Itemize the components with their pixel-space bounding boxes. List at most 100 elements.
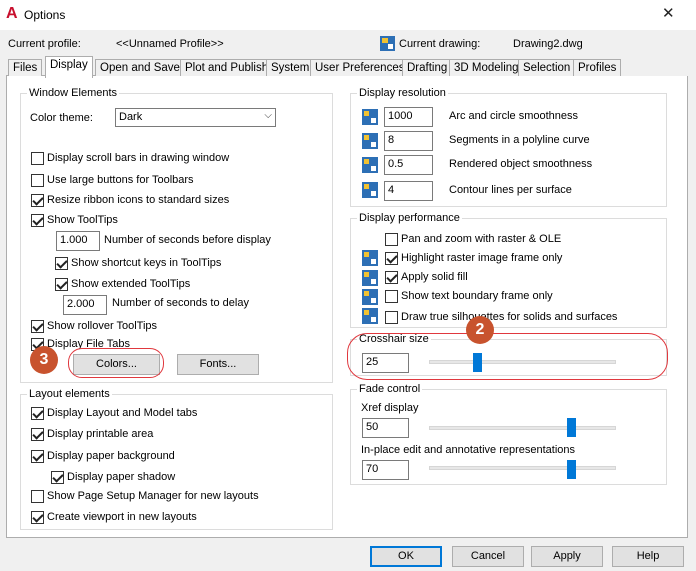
checkbox-create-viewport[interactable] [31, 511, 44, 524]
display-setting-icon [362, 157, 378, 173]
checkbox-scroll-bars[interactable] [31, 152, 44, 165]
ok-button[interactable]: OK [370, 546, 442, 567]
color-theme-value: Dark [119, 111, 143, 123]
checkbox-text-boundary-label: Show text boundary frame only [401, 290, 553, 302]
extended-delay-input[interactable]: 2.000 [63, 295, 107, 315]
checkbox-page-setup-manager-label: Show Page Setup Manager for new layouts [47, 490, 259, 502]
tab-profiles[interactable]: Profiles [573, 59, 622, 77]
xref-display-input[interactable]: 50 [362, 418, 409, 438]
checkbox-rollover-tooltips[interactable] [31, 320, 44, 333]
tab-user-preferences[interactable]: User Preferences [310, 59, 410, 77]
display-setting-icon [362, 308, 378, 324]
xref-display-slider[interactable] [567, 418, 576, 437]
tooltip-delay-label: Number of seconds before display [104, 234, 271, 246]
display-setting-icon [362, 250, 378, 266]
checkbox-resize-ribbon-icons[interactable] [31, 194, 44, 207]
tab-drafting[interactable]: Drafting [402, 59, 453, 77]
extended-delay-label: Number of seconds to delay [112, 297, 249, 309]
rendered-smoothness-label: Rendered object smoothness [449, 158, 593, 170]
help-button[interactable]: Help [612, 546, 684, 567]
drawing-file-icon [380, 36, 395, 51]
tab-files[interactable]: Files [8, 59, 43, 77]
current-profile-value: <<Unnamed Profile>> [116, 38, 224, 50]
display-setting-icon [362, 133, 378, 149]
colors-highlight-ring [68, 348, 164, 378]
current-drawing-value: Drawing2.dwg [513, 38, 583, 50]
checkbox-highlight-raster-label: Highlight raster image frame only [401, 252, 563, 264]
checkbox-resize-ribbon-icons-label: Resize ribbon icons to standard sizes [47, 194, 230, 206]
apply-button[interactable]: Apply [531, 546, 603, 567]
window-elements-legend: Window Elements [29, 87, 118, 99]
display-setting-icon [362, 109, 378, 125]
checkbox-scroll-bars-label: Display scroll bars in drawing window [47, 152, 230, 164]
display-setting-icon [362, 289, 378, 305]
inplace-edit-track [429, 466, 616, 470]
checkbox-layout-model-tabs[interactable] [31, 407, 44, 420]
contour-lines-label: Contour lines per surface [449, 184, 572, 196]
checkbox-paper-background-label: Display paper background [47, 450, 175, 462]
checkbox-paper-shadow-label: Display paper shadow [67, 471, 176, 483]
arc-smoothness-label: Arc and circle smoothness [449, 110, 578, 122]
checkbox-true-silhouettes-label: Draw true silhouettes for solids and sur… [401, 311, 618, 323]
current-drawing-label: Current drawing: [399, 38, 481, 50]
tooltip-delay-input[interactable]: 1.000 [56, 231, 100, 251]
checkbox-pan-zoom-raster[interactable] [385, 233, 398, 246]
checkbox-true-silhouettes[interactable] [385, 311, 398, 324]
fade-control-legend: Fade control [359, 383, 421, 395]
xref-display-label: Xref display [361, 402, 419, 414]
current-profile-label: Current profile: [8, 38, 81, 50]
arc-smoothness-input[interactable]: 1000 [384, 107, 433, 127]
step-badge-2: 2 [466, 316, 494, 344]
checkbox-highlight-raster[interactable] [385, 252, 398, 265]
tab-display[interactable]: Display [45, 56, 93, 78]
inplace-edit-slider[interactable] [567, 460, 576, 479]
crosshair-highlight-ring [347, 333, 668, 380]
checkbox-show-tooltips-label: Show ToolTips [47, 214, 118, 226]
checkbox-printable-area[interactable] [31, 428, 44, 441]
checkbox-text-boundary[interactable] [385, 290, 398, 303]
cancel-button[interactable]: Cancel [452, 546, 524, 567]
checkbox-solid-fill[interactable] [385, 271, 398, 284]
layout-elements-legend: Layout elements [29, 388, 110, 400]
checkbox-layout-model-tabs-label: Display Layout and Model tabs [47, 407, 198, 419]
checkbox-extended-tooltips-label: Show extended ToolTips [71, 278, 191, 290]
tab-selection[interactable]: Selection [518, 59, 576, 77]
display-setting-icon [362, 270, 378, 286]
display-resolution-legend: Display resolution [359, 87, 446, 99]
checkbox-printable-area-label: Display printable area [47, 428, 154, 440]
tab-system[interactable]: System [266, 59, 315, 77]
title-bar: A Options ✕ [0, 0, 696, 30]
checkbox-shortcut-keys[interactable] [55, 257, 68, 270]
close-icon[interactable]: ✕ [662, 6, 675, 21]
autocad-logo-icon: A [6, 5, 18, 22]
checkbox-extended-tooltips[interactable] [55, 278, 68, 291]
checkbox-show-tooltips[interactable] [31, 214, 44, 227]
polyline-segments-input[interactable]: 8 [384, 131, 433, 151]
checkbox-large-buttons[interactable] [31, 174, 44, 187]
checkbox-large-buttons-label: Use large buttons for Toolbars [47, 174, 194, 186]
checkbox-paper-shadow[interactable] [51, 471, 64, 484]
contour-lines-input[interactable]: 4 [384, 181, 433, 201]
checkbox-create-viewport-label: Create viewport in new layouts [47, 511, 197, 523]
checkbox-rollover-tooltips-label: Show rollover ToolTips [47, 320, 158, 332]
inplace-edit-label: In-place edit and annotative representat… [361, 444, 576, 456]
xref-display-track [429, 426, 616, 430]
color-theme-label: Color theme: [30, 112, 93, 124]
rendered-smoothness-input[interactable]: 0.5 [384, 155, 433, 175]
chevron-down-icon: ⌵ [264, 110, 272, 121]
checkbox-solid-fill-label: Apply solid fill [401, 271, 468, 283]
tab-plot-and-publish[interactable]: Plot and Publish [180, 59, 274, 77]
inplace-edit-input[interactable]: 70 [362, 460, 409, 480]
checkbox-pan-zoom-raster-label: Pan and zoom with raster & OLE [401, 233, 562, 245]
checkbox-page-setup-manager[interactable] [31, 490, 44, 503]
fonts-button[interactable]: Fonts... [177, 354, 259, 375]
tab-3d-modeling[interactable]: 3D Modeling [449, 59, 524, 77]
polyline-segments-label: Segments in a polyline curve [449, 134, 590, 146]
step-badge-3: 3 [30, 346, 58, 374]
color-theme-select[interactable]: Dark ⌵ [115, 108, 276, 127]
checkbox-shortcut-keys-label: Show shortcut keys in ToolTips [71, 257, 222, 269]
checkbox-paper-background[interactable] [31, 450, 44, 463]
tab-open-and-save[interactable]: Open and Save [95, 59, 185, 77]
window-title: Options [24, 8, 66, 22]
display-performance-legend: Display performance [359, 212, 460, 224]
